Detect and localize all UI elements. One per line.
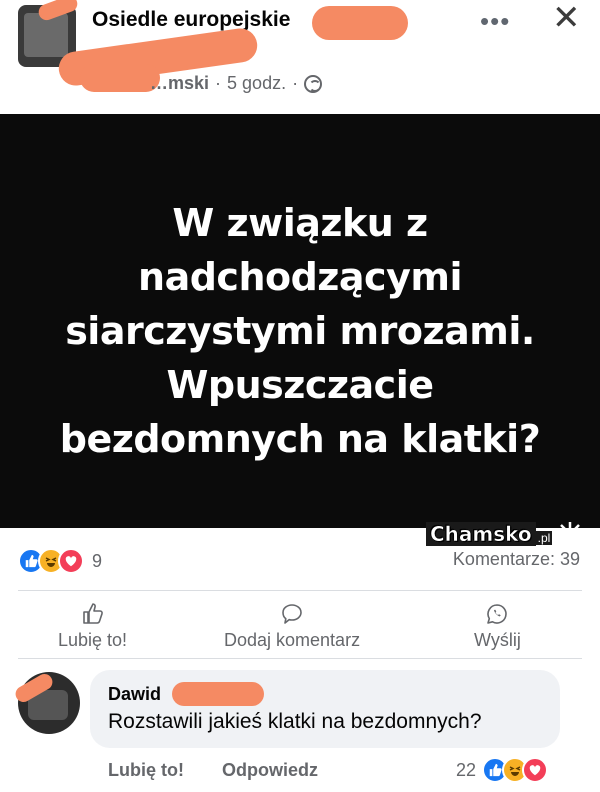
watermark-name: Chamsko xyxy=(426,522,536,546)
reaction-count: 9 xyxy=(92,550,103,571)
like-label: Lubię to! xyxy=(58,630,128,650)
whatsapp-icon xyxy=(487,604,508,624)
like-button[interactable]: Lubię to! xyxy=(58,602,127,651)
comment-reply-button[interactable]: Odpowiedz xyxy=(222,760,318,781)
comment-bubble-icon xyxy=(282,604,302,624)
close-icon[interactable]: ✕ xyxy=(552,0,581,38)
love-icon xyxy=(58,548,84,574)
love-icon xyxy=(522,757,549,783)
comment-reactions[interactable]: 22 xyxy=(456,757,549,783)
comments-count[interactable]: Komentarze: 39 xyxy=(453,549,580,570)
comment-reaction-count: 22 xyxy=(456,759,477,780)
post-header: Osiedle europejskie …mski · 5 godz. · ••… xyxy=(0,0,600,114)
comment-text: Rozstawili jakieś klatki na bezdomnych? xyxy=(108,710,482,733)
comment-label: Dodaj komentarz xyxy=(224,630,361,650)
divider xyxy=(18,658,582,659)
watermark-icon xyxy=(558,522,583,546)
post-meta: …mski · 5 godz. · xyxy=(150,73,323,94)
post-time[interactable]: 5 godz. xyxy=(227,73,286,94)
send-button[interactable]: Wyślij xyxy=(474,602,521,651)
redaction-mark xyxy=(80,64,160,92)
reactions-summary[interactable]: 9 xyxy=(18,548,102,574)
send-label: Wyślij xyxy=(474,630,521,650)
group-name[interactable]: Osiedle europejskie xyxy=(92,8,290,32)
post-author[interactable]: …mski xyxy=(150,73,209,94)
meta-separator: · xyxy=(215,73,222,93)
post-image-text: W związku z nadchodzącymi siarczystymi m… xyxy=(59,201,541,461)
comment-bubble xyxy=(90,670,560,748)
more-options-icon[interactable]: ••• xyxy=(480,6,510,37)
comment-like-button[interactable]: Lubię to! xyxy=(108,760,184,781)
thumbs-up-icon xyxy=(82,603,103,624)
meta-separator: · xyxy=(292,73,299,93)
watermark-tld: .pl xyxy=(535,531,553,545)
watermark-logo: Chamsko .pl xyxy=(426,520,584,548)
redaction-mark xyxy=(312,6,408,40)
comment-button[interactable]: Dodaj komentarz xyxy=(224,602,360,651)
divider xyxy=(18,590,582,591)
commenter-name[interactable]: Dawid xyxy=(108,684,161,705)
redaction-mark xyxy=(172,682,264,706)
globe-icon xyxy=(304,74,323,93)
